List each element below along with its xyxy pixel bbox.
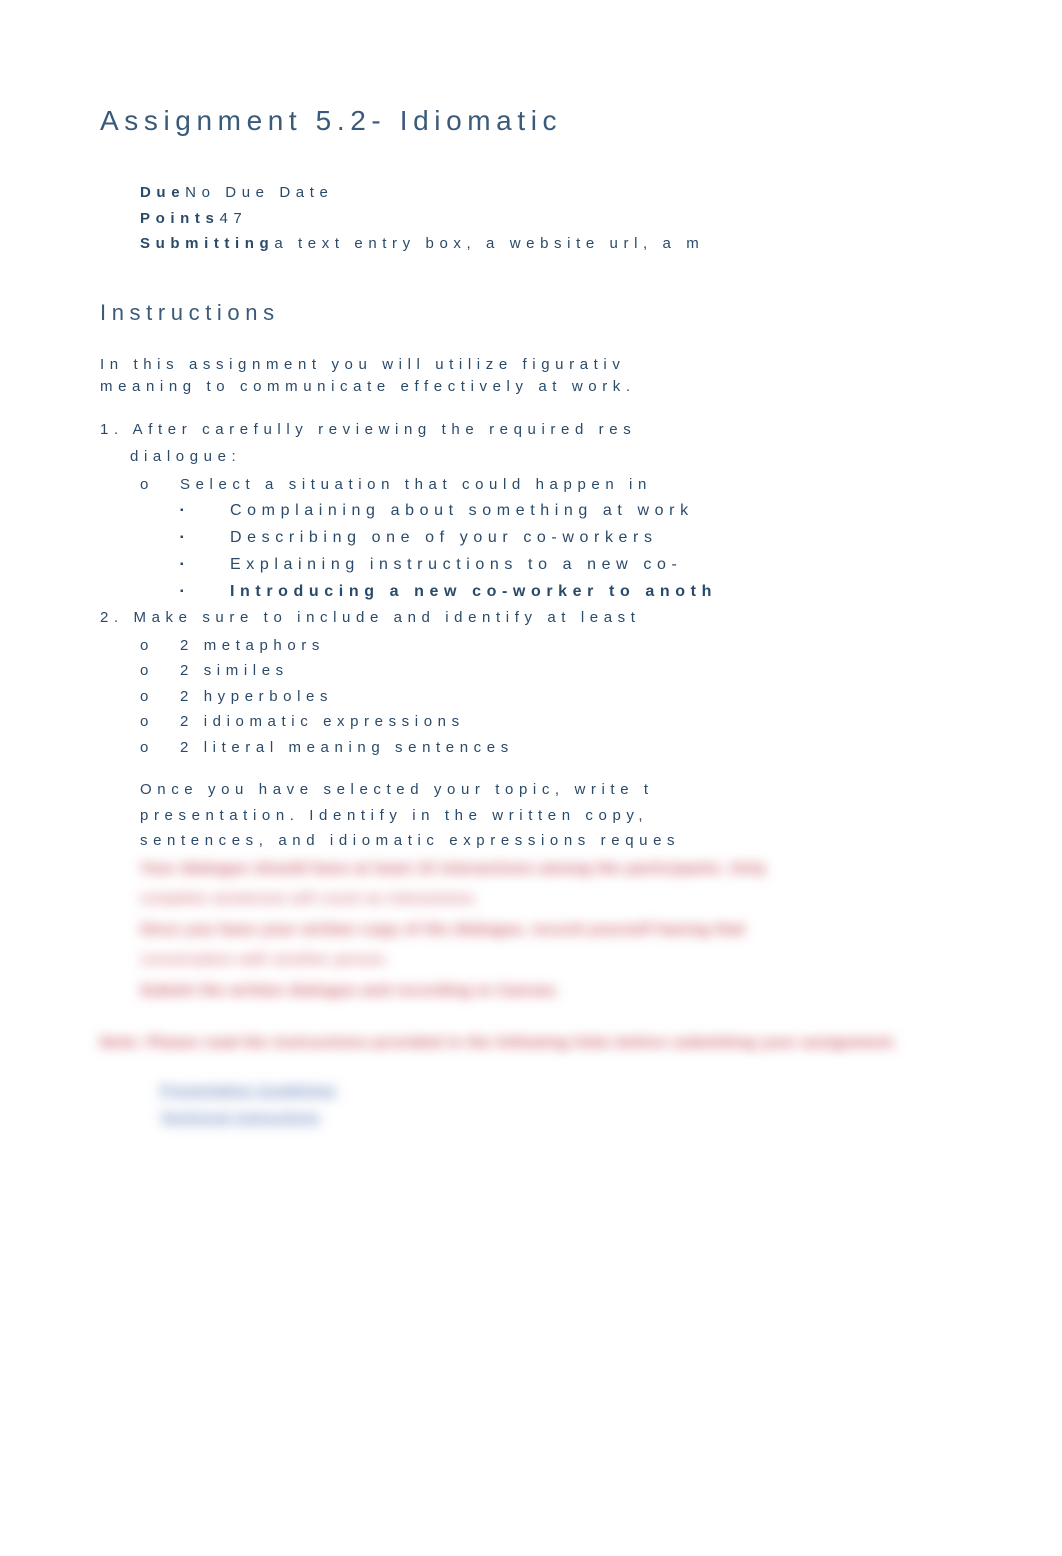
assignment-title: Assignment 5.2- Idiomatic: [100, 100, 1002, 142]
blur-line-2b: conversation with another person.: [140, 949, 1002, 972]
req-literal: 2 literal meaning sentences: [140, 737, 1002, 760]
blurred-links: Presentation Guidelines Technical Instru…: [100, 1080, 1002, 1130]
due-value: No Due Date: [185, 184, 333, 201]
situation-options: Complaining about something at work Desc…: [100, 499, 1002, 604]
step-1: 1. After carefully reviewing the require…: [100, 419, 1002, 442]
requirements-list: 2 metaphors 2 similes 2 hyperboles 2 idi…: [100, 635, 1002, 760]
meta-points: Points47: [140, 208, 1002, 231]
situation-3: Explaining instructions to a new co-: [180, 553, 1002, 577]
blur-line-3: Submit the written dialogue and recordin…: [140, 980, 1002, 1003]
instructions-heading: Instructions: [100, 296, 1002, 329]
situation-4: Introducing a new co-worker to anoth: [180, 580, 1002, 604]
blur-line-2: Once you have your written copy of the d…: [140, 919, 1002, 942]
intro-paragraph: In this assignment you will utilize figu…: [100, 354, 1002, 399]
points-value: 47: [219, 210, 247, 227]
due-label: Due: [140, 184, 185, 201]
topic-cont-1: presentation. Identify in the written co…: [100, 805, 1002, 828]
points-label: Points: [140, 210, 219, 227]
select-situation: Select a situation that could happen in: [140, 474, 1002, 497]
req-idiomatic: 2 idiomatic expressions: [140, 711, 1002, 734]
req-hyperboles: 2 hyperboles: [140, 686, 1002, 709]
step-1-sub: dialogue:: [100, 446, 1002, 469]
submit-value: a text entry box, a website url, a m: [274, 235, 704, 252]
topic-instructions: Once you have selected your topic, write…: [100, 779, 1002, 802]
blur-line-1b: complete sentences will count as interac…: [140, 888, 1002, 911]
topic-cont-2: sentences, and idiomatic expressions req…: [100, 830, 1002, 853]
req-similes: 2 similes: [140, 660, 1002, 683]
req-metaphors: 2 metaphors: [140, 635, 1002, 658]
assignment-meta: DueNo Due Date Points47 Submittinga text…: [100, 182, 1002, 256]
blurred-content: Your dialogue should have at least 15 in…: [100, 858, 1002, 1003]
meta-submitting: Submittinga text entry box, a website ur…: [140, 233, 1002, 256]
topic-write: Once you have selected your topic, write…: [140, 779, 1002, 802]
blur-line-1: Your dialogue should have at least 15 in…: [140, 858, 1002, 881]
meta-due: DueNo Due Date: [140, 182, 1002, 205]
submit-label: Submitting: [140, 235, 274, 252]
step-2: 2. Make sure to include and identify at …: [100, 607, 1002, 630]
link-technical-instructions[interactable]: Technical Instructions: [160, 1107, 1002, 1130]
link-presentation-guidelines[interactable]: Presentation Guidelines: [160, 1080, 1002, 1103]
blurred-note: Note: Please read the instructions provi…: [100, 1032, 1002, 1055]
step-1-select: Select a situation that could happen in: [100, 474, 1002, 497]
situation-1: Complaining about something at work: [180, 499, 1002, 523]
situation-2: Describing one of your co-workers: [180, 526, 1002, 550]
